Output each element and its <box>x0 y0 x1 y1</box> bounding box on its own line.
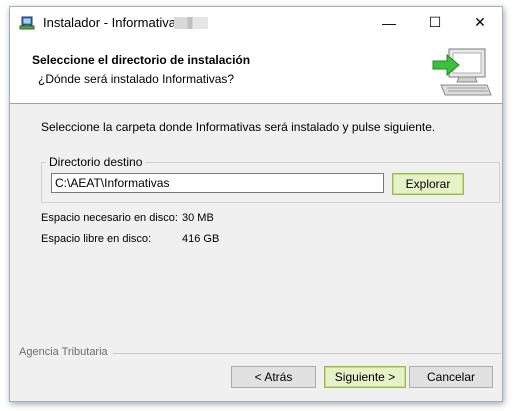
browse-button-label: Explorar <box>405 177 451 191</box>
space-free-label: Espacio libre en disco: <box>41 233 152 245</box>
close-button[interactable]: ✕ <box>457 7 503 38</box>
next-button[interactable]: Siguiente > <box>324 366 406 388</box>
wizard-header: Seleccione el directorio de instalación … <box>10 39 502 104</box>
space-required-label: Espacio necesario en disco: <box>41 212 178 224</box>
space-required-value: 30 MB <box>182 212 214 224</box>
destination-path-input[interactable] <box>51 173 384 193</box>
next-button-label: Siguiente > <box>334 370 396 384</box>
page-title: Seleccione el directorio de instalación <box>32 53 251 67</box>
installer-app-icon <box>19 16 35 30</box>
instruction-text: Seleccione la carpeta donde Informativas… <box>41 120 436 134</box>
space-free-value: 416 GB <box>182 233 220 245</box>
maximize-button[interactable]: ☐ <box>412 7 458 38</box>
page-subtitle: ¿Dónde será instalado Informativas? <box>38 72 235 86</box>
browse-button[interactable]: Explorar <box>392 173 464 195</box>
redacted-title-fragment <box>174 17 208 29</box>
computer-install-graphic <box>432 48 492 96</box>
minimize-icon: — <box>382 14 396 31</box>
footer-divider <box>113 353 501 354</box>
window-title: Instalador - Informativas <box>43 15 183 30</box>
back-button[interactable]: < Atrás <box>231 366 316 388</box>
cancel-button[interactable]: Cancelar <box>409 366 493 388</box>
back-button-label: < Atrás <box>254 370 293 384</box>
maximize-icon: ☐ <box>428 14 442 30</box>
cancel-button-label: Cancelar <box>426 370 476 384</box>
minimize-button[interactable]: — <box>366 7 412 38</box>
close-icon: ✕ <box>474 14 486 30</box>
destination-label: Directorio destino <box>49 155 143 169</box>
installer-window: Instalador - Informativas — ☐ ✕ Seleccio… <box>9 6 503 402</box>
title-bar[interactable]: Instalador - Informativas — ☐ ✕ <box>10 7 502 39</box>
brand-label: Agencia Tributaria <box>19 346 108 358</box>
